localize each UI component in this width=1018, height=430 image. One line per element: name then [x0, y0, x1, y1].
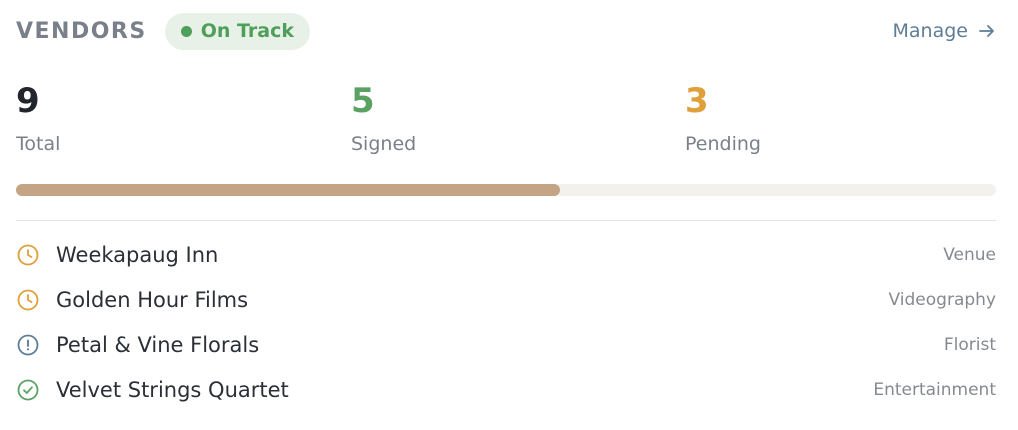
stat-signed-label: Signed	[351, 133, 417, 155]
vendor-row[interactable]: Velvet Strings Quartet Entertainment	[16, 367, 996, 412]
stat-total-label: Total	[16, 133, 61, 155]
section-title: VENDORS	[16, 18, 147, 44]
stat-pending-label: Pending	[685, 133, 761, 155]
stats-row: 9 Total 5 Signed 3 Pending	[16, 80, 996, 160]
vendor-category: Venue	[943, 244, 996, 265]
vendor-name: Golden Hour Films	[56, 287, 249, 312]
vendor-row[interactable]: Weekapaug Inn Venue	[16, 232, 996, 277]
status-dot-icon	[180, 25, 192, 37]
stat-pending: 3 Pending	[685, 80, 761, 155]
alert-circle-icon	[17, 334, 39, 355]
manage-link-label: Manage	[892, 20, 968, 42]
vendor-name: Velvet Strings Quartet	[56, 377, 289, 402]
vendor-list: Weekapaug Inn Venue Golden Hour Films Vi…	[16, 232, 996, 412]
stat-total-value: 9	[16, 81, 40, 121]
progress-bar-fill	[16, 184, 560, 196]
status-badge-label: On Track	[200, 20, 294, 42]
vendor-name: Weekapaug Inn	[56, 242, 219, 267]
clock-icon	[17, 289, 39, 310]
stat-total: 9 Total	[16, 80, 60, 155]
arrow-right-icon	[979, 25, 994, 37]
divider	[16, 220, 996, 221]
vendor-category: Videography	[888, 289, 996, 310]
vendor-name: Petal & Vine Florals	[56, 332, 260, 357]
vendor-category: Florist	[943, 334, 996, 355]
manage-link[interactable]: Manage	[893, 20, 996, 42]
status-badge: On Track	[164, 12, 310, 50]
vendor-row[interactable]: Petal & Vine Florals Florist	[16, 322, 996, 367]
vendor-row[interactable]: Golden Hour Films Videography	[16, 277, 996, 322]
card-header: VENDORS On Track Manage	[16, 12, 996, 50]
stat-signed: 5 Signed	[351, 80, 416, 155]
vendors-card: VENDORS On Track Manage 9 Total 5 Signed…	[0, 0, 1018, 430]
check-circle-icon	[17, 379, 39, 400]
clock-icon	[17, 244, 39, 265]
vendor-category: Entertainment	[873, 379, 996, 400]
stat-signed-value: 5	[351, 81, 375, 121]
progress-bar	[16, 184, 996, 196]
stat-pending-value: 3	[685, 81, 709, 121]
